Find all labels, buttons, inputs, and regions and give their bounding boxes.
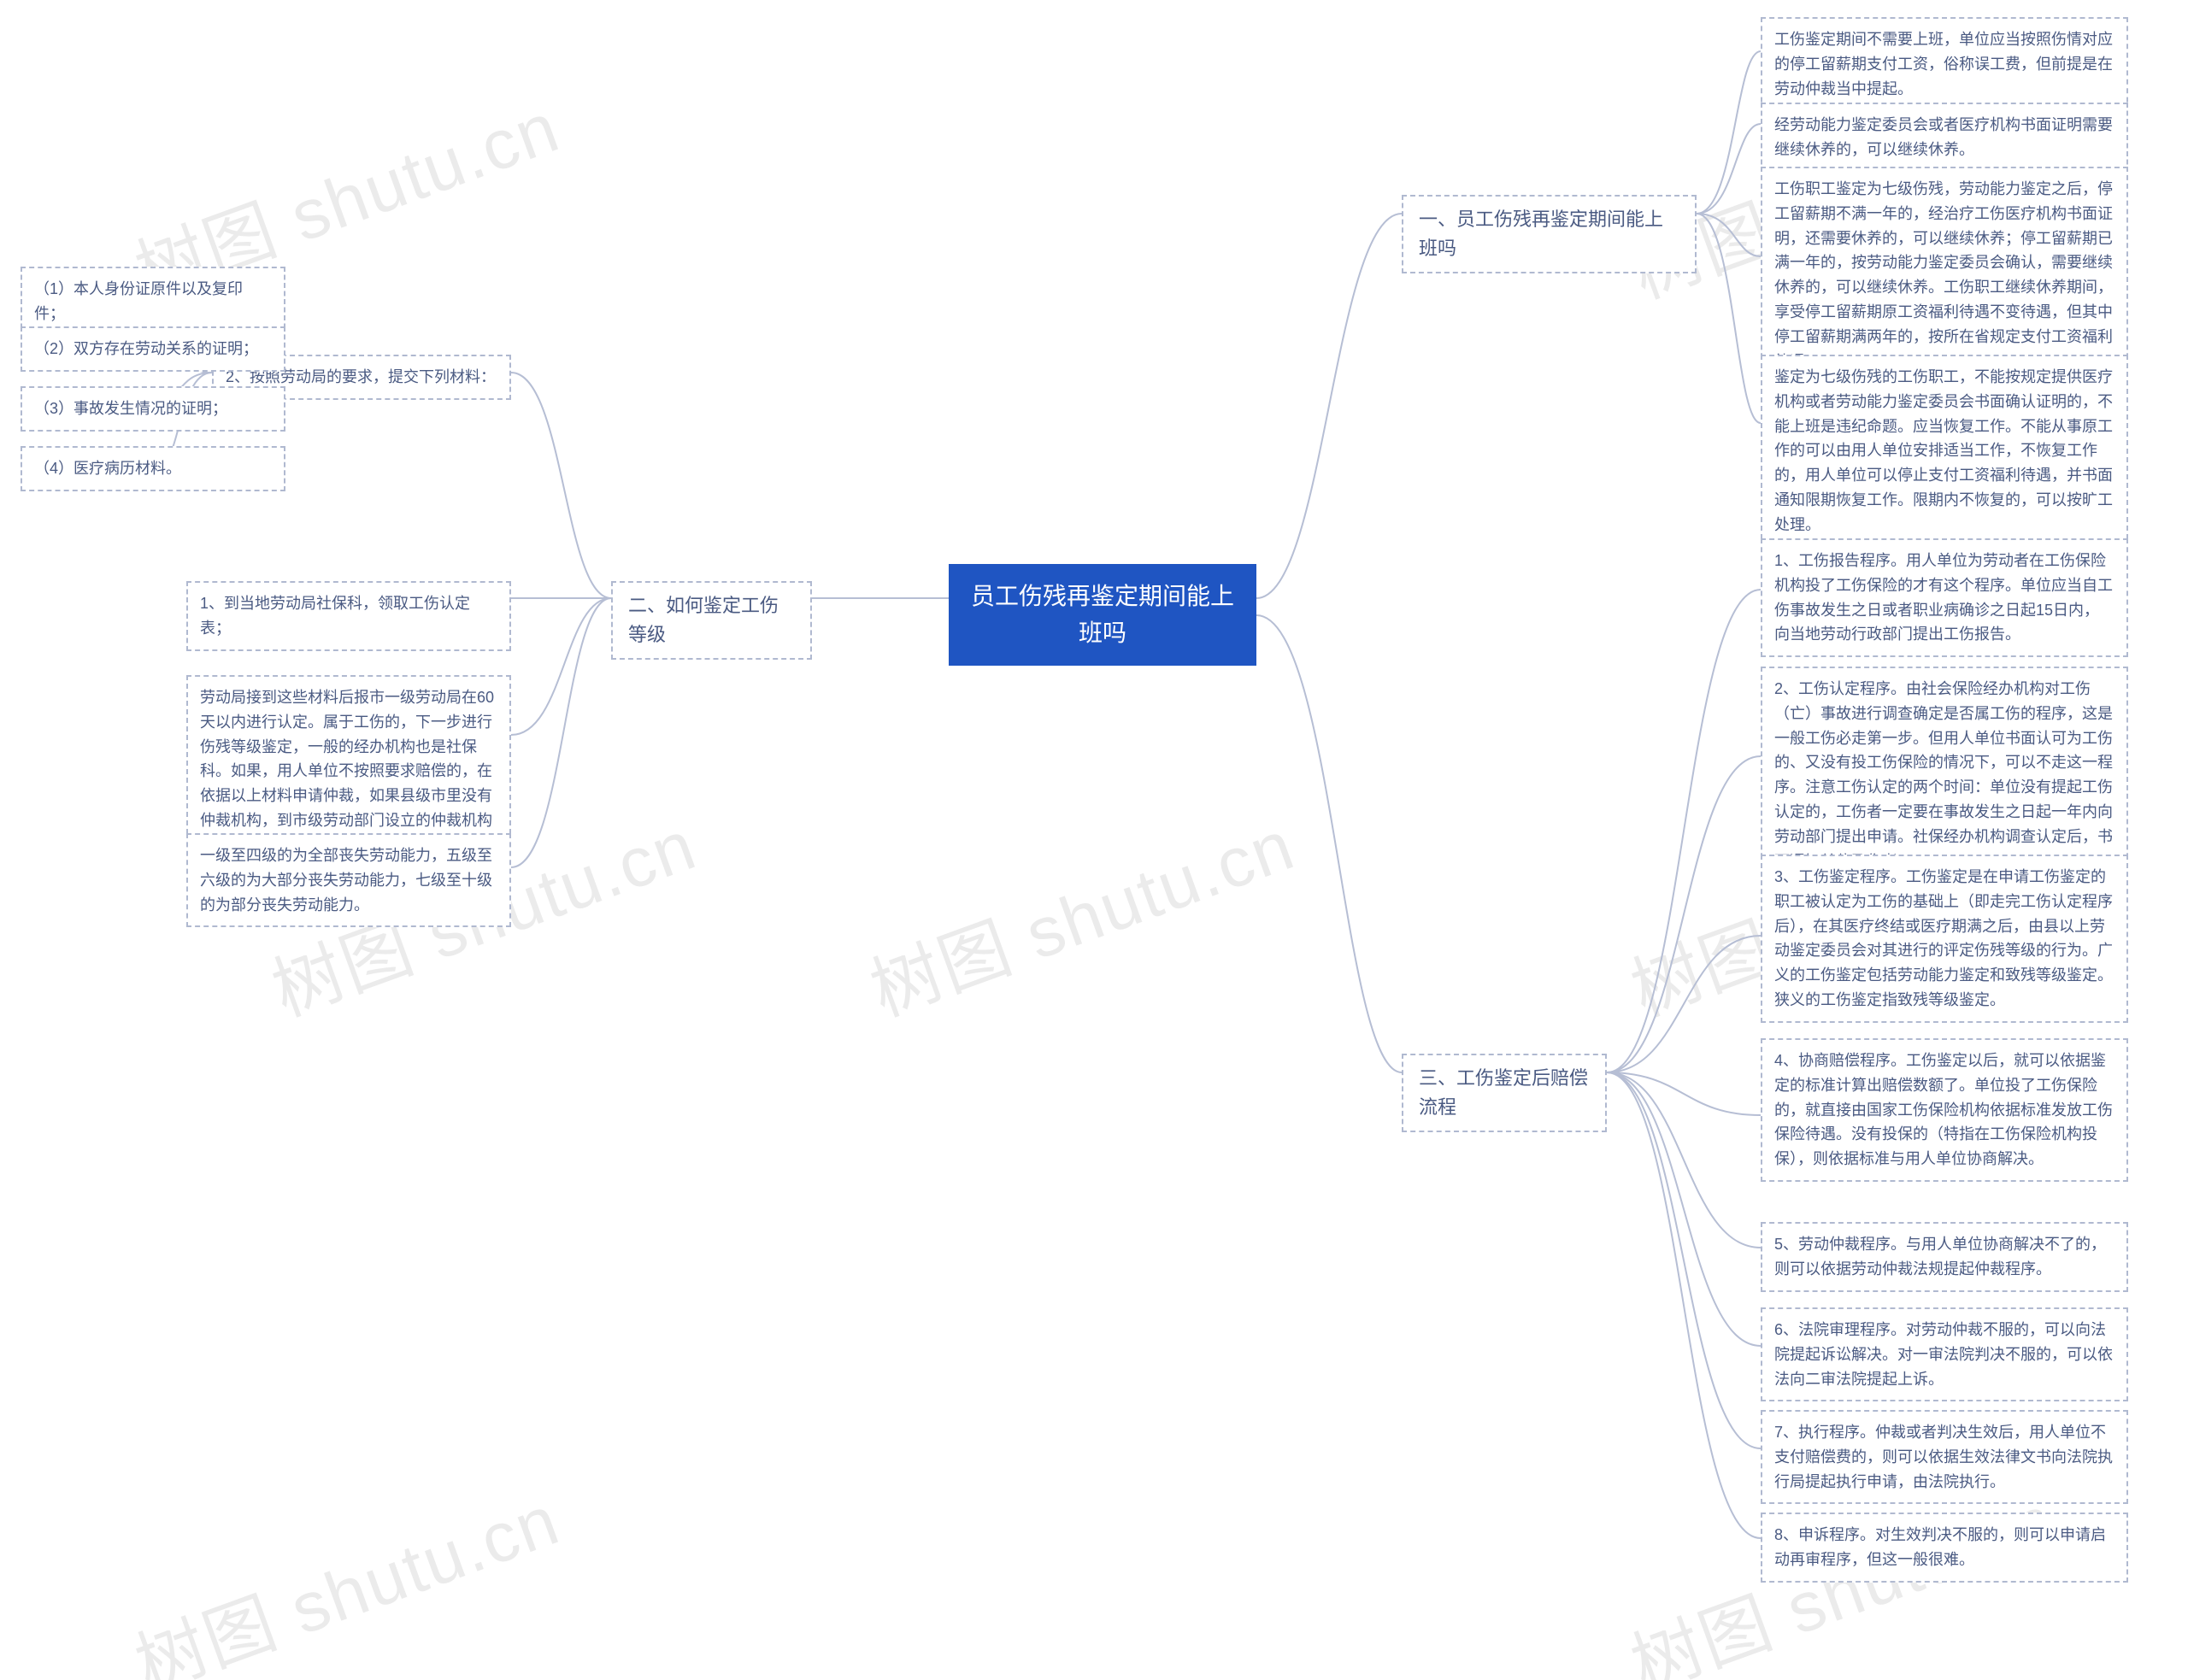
leaf-s1-1[interactable]: 经劳动能力鉴定委员会或者医疗机构书面证明需要继续休养的，可以继续休养。	[1761, 103, 2128, 173]
leaf-s2-sub2-2[interactable]: （3）事故发生情况的证明；	[21, 386, 285, 432]
root-node[interactable]: 员工伤残再鉴定期间能上班吗	[949, 564, 1256, 666]
leaf-s2-sub2-3[interactable]: （4）医疗病历材料。	[21, 446, 285, 491]
leaf-s2-sub2-1[interactable]: （2）双方存在劳动关系的证明；	[21, 326, 285, 372]
leaf-s3-3[interactable]: 4、协商赔偿程序。工伤鉴定以后，就可以依据鉴定的标准计算出赔偿数额了。单位投了工…	[1761, 1038, 2128, 1182]
leaf-s3-7[interactable]: 8、申诉程序。对生效判决不服的，则可以申请启动再审程序，但这一般很难。	[1761, 1513, 2128, 1583]
watermark: 树图 shutu.cn	[855, 789, 1306, 1036]
branch-1[interactable]: 一、员工伤残再鉴定期间能上班吗	[1402, 195, 1697, 273]
leaf-s1-2[interactable]: 工伤职工鉴定为七级伤残，劳动能力鉴定之后，停工留薪期不满一年的，经治疗工伤医疗机…	[1761, 167, 2128, 384]
leaf-s1-0[interactable]: 工伤鉴定期间不需要上班，单位应当按照伤情对应的停工留薪期支付工资，俗称误工费，但…	[1761, 17, 2128, 111]
leaf-s3-0[interactable]: 1、工伤报告程序。用人单位为劳动者在工伤保险机构投了工伤保险的才有这个程序。单位…	[1761, 538, 2128, 657]
leaf-s3-6[interactable]: 7、执行程序。仲裁或者判决生效后，用人单位不支付赔偿费的，则可以依据生效法律文书…	[1761, 1410, 2128, 1504]
branch-3[interactable]: 三、工伤鉴定后赔偿流程	[1402, 1054, 1607, 1132]
leaf-s2-extra1[interactable]: 一级至四级的为全部丧失劳动能力，五级至六级的为大部分丧失劳动能力，七级至十级的为…	[186, 833, 511, 927]
leaf-s3-5[interactable]: 6、法院审理程序。对劳动仲裁不服的，可以向法院提起诉讼解决。对一审法院判决不服的…	[1761, 1307, 2128, 1401]
leaf-s2-sub1[interactable]: 1、到当地劳动局社保科，领取工伤认定表；	[186, 581, 511, 651]
branch-2[interactable]: 二、如何鉴定工伤等级	[611, 581, 812, 660]
leaf-s3-2[interactable]: 3、工伤鉴定程序。工伤鉴定是在申请工伤鉴定的职工被认定为工伤的基础上（即走完工伤…	[1761, 855, 2128, 1023]
leaf-s3-4[interactable]: 5、劳动仲裁程序。与用人单位协商解决不了的，则可以依据劳动仲裁法规提起仲裁程序。	[1761, 1222, 2128, 1292]
watermark: 树图 shutu.cn	[120, 1464, 571, 1680]
leaf-s1-3[interactable]: 鉴定为七级伤残的工伤职工，不能按规定提供医疗机构或者劳动能力鉴定委员会书面确认证…	[1761, 355, 2128, 548]
leaf-s3-1[interactable]: 2、工伤认定程序。由社会保险经办机构对工伤（亡）事故进行调查确定是否属工伤的程序…	[1761, 667, 2128, 884]
